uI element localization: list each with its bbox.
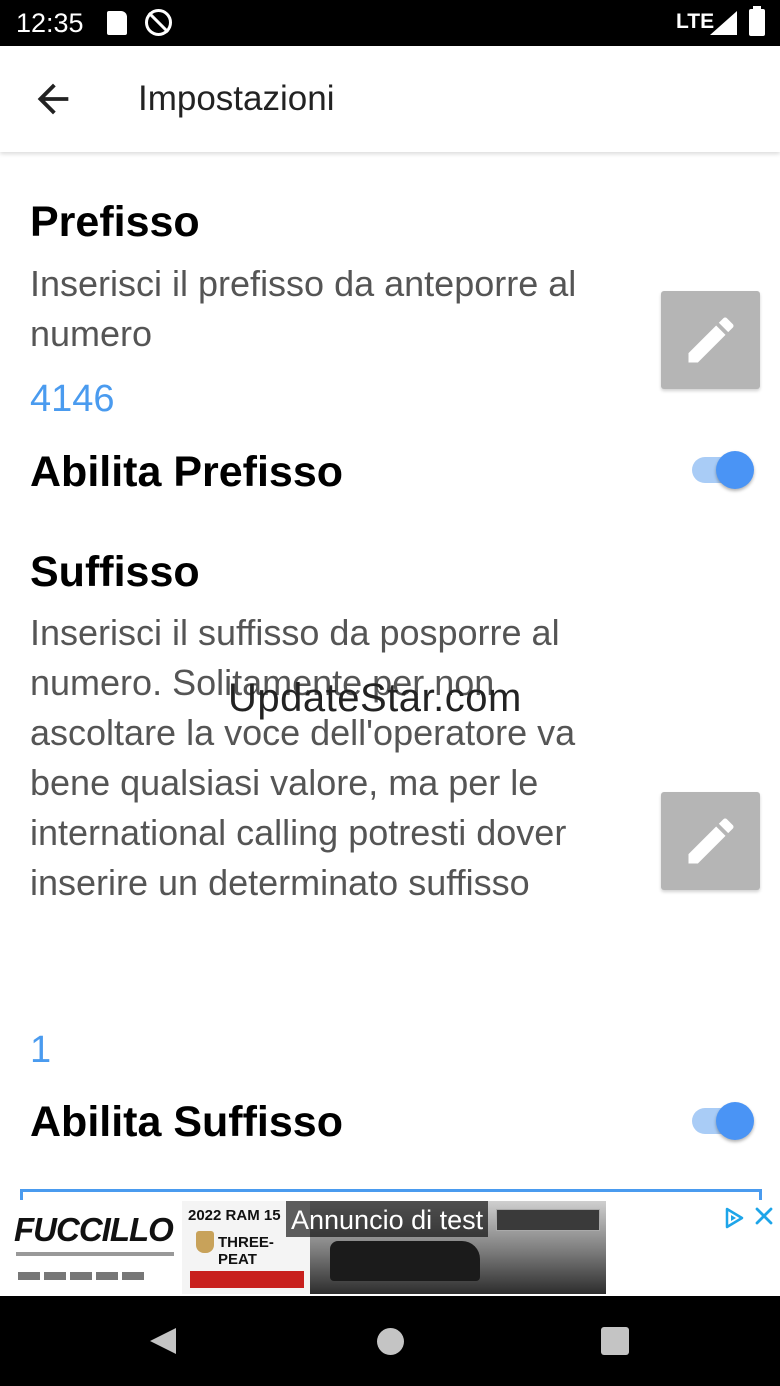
ad-headline: 2022 RAM 15 — [188, 1207, 281, 1224]
network-type: LTE — [676, 10, 715, 33]
prefix-title: Prefisso — [30, 198, 200, 246]
signal-icon — [710, 11, 737, 35]
enable-prefix-switch[interactable] — [690, 450, 756, 490]
prefix-value: 4146 — [30, 378, 115, 420]
prefix-summary: Inserisci il prefisso da anteporre al nu… — [30, 263, 577, 354]
ad-brand-logos — [18, 1267, 178, 1280]
suffix-title: Suffisso — [30, 548, 200, 596]
recents-square-icon[interactable] — [601, 1327, 629, 1355]
ad-banner[interactable]: FUCCILLO 2022 RAM 15 THREE-PEAT Annuncio… — [0, 1200, 780, 1296]
status-time: 12:35 — [16, 8, 84, 38]
pencil-icon — [688, 818, 734, 864]
home-circle-icon[interactable] — [377, 1328, 404, 1355]
do-not-disturb-icon — [145, 9, 172, 36]
page-title: Impostazioni — [138, 79, 335, 118]
watermark: UpdateStar.com — [228, 676, 522, 720]
switch-thumb — [716, 1102, 754, 1140]
enable-suffix-title: Abilita Suffisso — [30, 1098, 343, 1146]
ad-cta-bar — [190, 1271, 304, 1288]
suffix-value: 1 — [30, 1029, 52, 1071]
truck-image — [330, 1241, 480, 1281]
back-button[interactable] — [30, 76, 76, 122]
ad-truck-month-badge — [496, 1209, 600, 1231]
ad-badge: THREE-PEAT — [218, 1234, 274, 1268]
prefix-edit-button[interactable] — [661, 291, 760, 389]
trophy-icon — [196, 1231, 214, 1253]
suffix-edit-button[interactable] — [661, 792, 760, 890]
ad-logo: FUCCILLO — [14, 1211, 174, 1248]
suffix-summary: Inserisci il suffisso da posporre al num… — [30, 612, 576, 903]
ad-test-label: Annuncio di test — [286, 1201, 489, 1237]
enable-prefix-title: Abilita Prefisso — [30, 448, 344, 496]
pencil-icon — [688, 317, 734, 363]
adchoices-icon[interactable] — [722, 1206, 746, 1230]
close-icon[interactable] — [752, 1204, 776, 1228]
sd-card-icon — [107, 11, 127, 35]
battery-icon — [749, 6, 765, 36]
ad-logo-area: FUCCILLO — [0, 1201, 182, 1294]
arrow-left-icon — [37, 83, 69, 115]
status-bar: 12:35 LTE — [0, 0, 780, 46]
ad-logo-underline — [16, 1252, 174, 1256]
back-triangle-icon[interactable] — [148, 1326, 178, 1356]
enable-suffix-switch[interactable] — [690, 1101, 756, 1141]
app-bar: Impostazioni — [0, 46, 780, 152]
switch-thumb — [716, 451, 754, 489]
